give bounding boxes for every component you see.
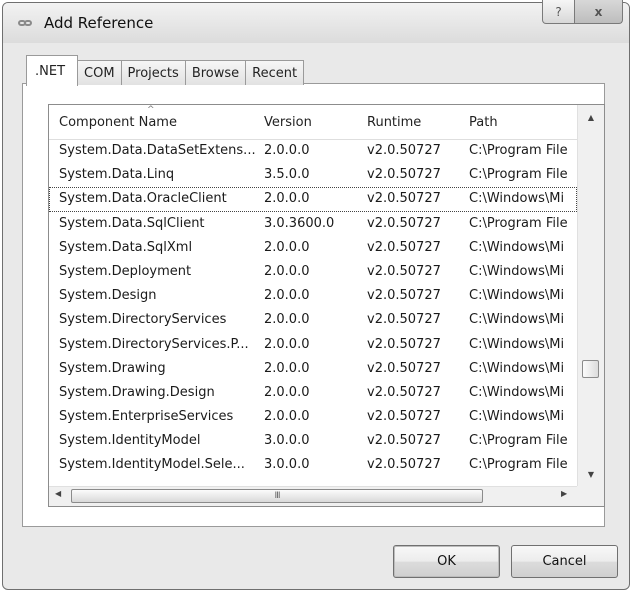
cell-runtime: v2.0.50727 (367, 336, 441, 352)
cell-path: C:\Program File (469, 215, 568, 231)
table-row[interactable]: System.DirectoryServices 2.0.0.0 v2.0.5072… (49, 308, 577, 332)
cell-path: C:\Program File (469, 167, 568, 183)
table-row[interactable]: System.Drawing.Design 2.0.0.0 v2.0.50727 C:… (49, 381, 577, 405)
cell-version: 2.0.0.0 (264, 384, 310, 400)
cell-name: System.Design (59, 288, 157, 304)
cell-runtime: v2.0.50727 (367, 360, 441, 376)
cell-runtime: v2.0.50727 (367, 263, 441, 279)
scroll-left-arrow-icon[interactable]: ◀ (55, 489, 61, 498)
ok-button[interactable]: OK (393, 545, 500, 578)
table-row[interactable]: System.Data.DataSetExtens... 2.0.0.0 v2.0.… (49, 139, 577, 163)
help-button[interactable]: ? (542, 0, 575, 24)
cell-runtime: v2.0.50727 (367, 312, 441, 328)
title-bar[interactable]: Add Reference (3, 3, 629, 43)
cell-runtime: v2.0.50727 (367, 191, 441, 207)
table-row[interactable]: System.Design 2.0.0.0 v2.0.50727 C:\Windows… (49, 284, 577, 308)
vertical-scroll-thumb[interactable] (582, 360, 599, 378)
close-button[interactable]: x (574, 0, 623, 24)
cell-path: C:\Windows\Mi (469, 360, 565, 376)
horizontal-scrollbar[interactable]: ◀ III ▶ (49, 486, 577, 506)
cell-runtime: v2.0.50727 (367, 143, 441, 158)
cell-version: 2.0.0.0 (264, 143, 310, 158)
cell-runtime: v2.0.50727 (367, 239, 441, 255)
tab-strip: .NET COM Projects Browse Recent (26, 55, 305, 86)
cell-name: System.Data.OracleClient (59, 191, 227, 207)
column-header-runtime[interactable]: Runtime (367, 105, 421, 139)
table-row[interactable]: System.EnterpriseServices 2.0.0.0 v2.0.507… (49, 405, 577, 429)
column-header-version[interactable]: Version (264, 105, 312, 139)
tab-projects[interactable]: Projects (120, 60, 186, 85)
vertical-scrollbar[interactable]: ▲ ▼ (577, 105, 604, 486)
tab-recent[interactable]: Recent (245, 60, 305, 85)
scroll-right-arrow-icon[interactable]: ▶ (561, 489, 567, 498)
table-row[interactable]: System.IdentityModel.Sele... 3.0.0.0 v2.0.… (49, 453, 577, 477)
cell-name: System.IdentityModel (59, 433, 201, 449)
cell-path: C:\Windows\Mi (469, 288, 565, 304)
cancel-button[interactable]: Cancel (511, 545, 618, 578)
cell-path: C:\Program File (469, 457, 568, 473)
cell-runtime: v2.0.50727 (367, 288, 441, 304)
cell-path: C:\Windows\Mi (469, 239, 565, 255)
cell-runtime: v2.0.50727 (367, 167, 441, 183)
cell-version: 2.0.0.0 (264, 312, 310, 328)
cell-version: 3.0.0.0 (264, 433, 310, 449)
cell-version: 2.0.0.0 (264, 409, 310, 425)
table-row[interactable]: System.DirectoryServices.P... 2.0.0.0 v2.0… (49, 333, 577, 357)
table-row[interactable]: System.Data.Linq 3.5.0.0 v2.0.50727 C:\Prog… (49, 163, 577, 187)
cell-version: 2.0.0.0 (264, 360, 310, 376)
cell-runtime: v2.0.50727 (367, 457, 441, 473)
cell-path: C:\Windows\Mi (469, 312, 565, 328)
cell-version: 2.0.0.0 (264, 336, 310, 352)
column-header-path[interactable]: Path (469, 105, 498, 139)
tab-browse[interactable]: Browse (184, 60, 247, 85)
cell-runtime: v2.0.50727 (367, 215, 441, 231)
cell-version: 2.0.0.0 (264, 239, 310, 255)
cell-version: 3.0.3600.0 (264, 215, 335, 231)
table-row[interactable]: System.Deployment 2.0.0.0 v2.0.50727 C:\Win… (49, 260, 577, 284)
table-row[interactable]: System.Data.SqlClient 3.0.3600.0 v2.0.5072… (49, 212, 577, 236)
cell-name: System.Data.DataSetExtens... (59, 143, 256, 158)
cell-path: C:\Windows\Mi (469, 263, 565, 279)
cell-name: System.Data.SqlClient (59, 215, 205, 231)
scroll-down-arrow-icon[interactable]: ▼ (578, 462, 604, 486)
cell-name: System.DirectoryServices (59, 312, 227, 328)
cell-path: C:\Program File (469, 433, 568, 449)
cell-name: System.Deployment (59, 263, 192, 279)
cell-name: System.DirectoryServices.P... (59, 336, 249, 352)
cell-version: 2.0.0.0 (264, 191, 310, 207)
tab-com[interactable]: COM (77, 60, 122, 85)
table-row[interactable]: System.Data.SqlXml 2.0.0.0 v2.0.50727 C:\Wi… (49, 236, 577, 260)
cell-version: 2.0.0.0 (264, 263, 310, 279)
cell-runtime: v2.0.50727 (367, 433, 441, 449)
scrollbar-corner (577, 486, 604, 506)
cell-path: C:\Windows\Mi (469, 384, 565, 400)
tab-dotnet[interactable]: .NET (26, 55, 79, 86)
infinity-icon (18, 17, 36, 28)
horizontal-scroll-thumb[interactable]: III (71, 489, 483, 503)
table-row[interactable]: System.IdentityModel 3.0.0.0 v2.0.50727 C:\… (49, 429, 577, 453)
cell-path: C:\Windows\Mi (469, 336, 565, 352)
cell-name: System.IdentityModel.Sele... (59, 457, 245, 473)
table-row[interactable]: System.Data.OracleClient 2.0.0.0 v2.0.5072… (49, 187, 577, 212)
cell-runtime: v2.0.50727 (367, 409, 441, 425)
cell-path: C:\Windows\Mi (469, 191, 565, 207)
dialog-title: Add Reference (44, 14, 154, 32)
cell-version: 2.0.0.0 (264, 288, 310, 304)
table-row[interactable]: System.Drawing 2.0.0.0 v2.0.50727 C:\Window… (49, 357, 577, 381)
cell-name: System.Drawing (59, 360, 166, 376)
cell-path: C:\Windows\Mi (469, 409, 565, 425)
cell-runtime: v2.0.50727 (367, 384, 441, 400)
cell-name: System.Drawing.Design (59, 384, 215, 400)
cell-version: 3.5.0.0 (264, 167, 310, 183)
component-list[interactable]: ^ Component Name Version Runtime Path Sy… (48, 104, 605, 507)
cell-path: C:\Program File (469, 143, 568, 158)
cell-name: System.Data.SqlXml (59, 239, 193, 255)
scroll-up-arrow-icon[interactable]: ▲ (578, 105, 604, 129)
list-rows: System.Data.DataSetExtens... 2.0.0.0 v2.0.… (49, 139, 577, 478)
cell-name: System.EnterpriseServices (59, 409, 234, 425)
column-header-component-name[interactable]: Component Name (59, 105, 177, 139)
cell-version: 3.0.0.0 (264, 457, 310, 473)
cell-name: System.Data.Linq (59, 167, 175, 183)
list-header: ^ Component Name Version Runtime Path (49, 105, 577, 140)
